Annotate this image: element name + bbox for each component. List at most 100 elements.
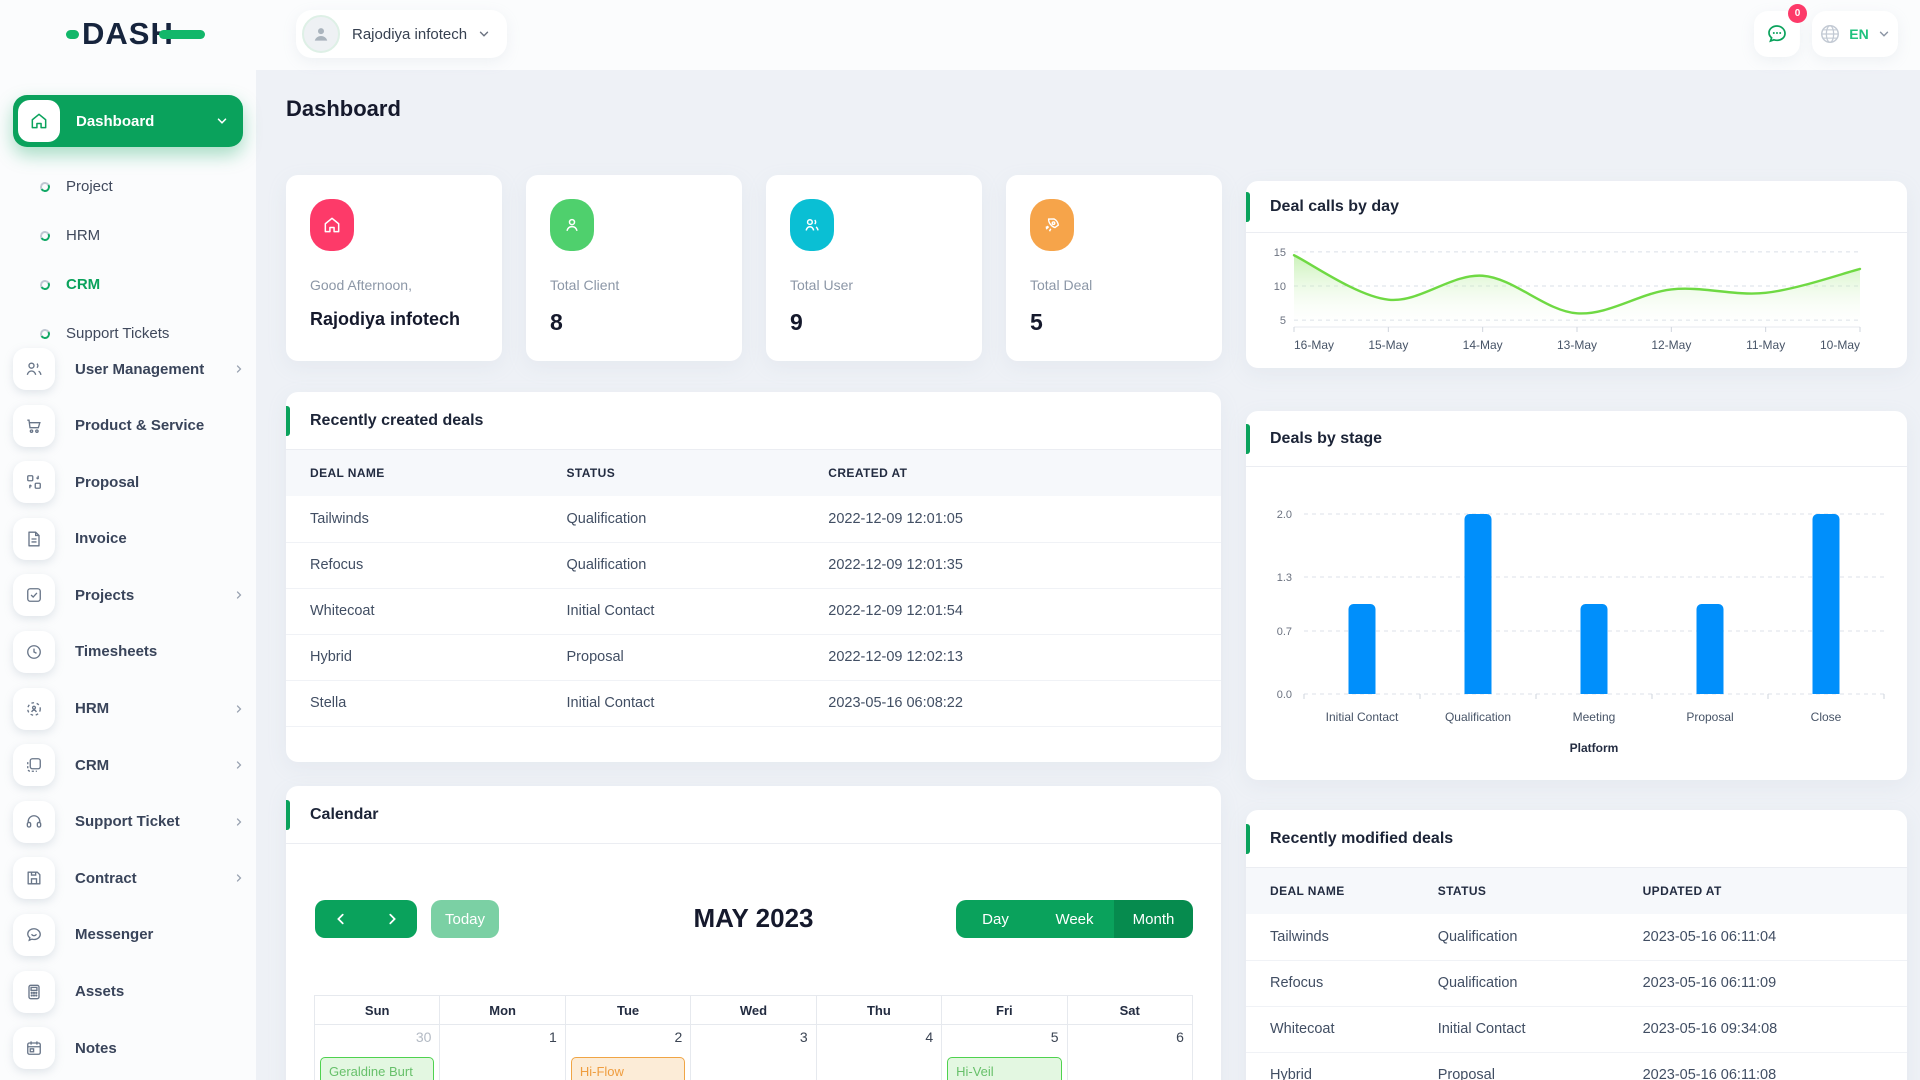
clock-icon bbox=[13, 630, 55, 673]
bullet-icon bbox=[38, 180, 52, 193]
card-title: Deal calls by day bbox=[1270, 197, 1399, 215]
deal-updated-at: 2023-05-16 06:11:09 bbox=[1642, 960, 1907, 1007]
accent-bar bbox=[1246, 192, 1250, 222]
messages-button[interactable]: 0 bbox=[1754, 4, 1807, 57]
accent-bar bbox=[286, 800, 290, 830]
table-row: Whitecoat Initial Contact 2022-12-09 12:… bbox=[286, 588, 1221, 635]
accent-bar bbox=[1246, 424, 1250, 454]
sidebar-item-hrm[interactable]: HRM bbox=[13, 687, 245, 730]
sidebar-item-contract[interactable]: Contract bbox=[13, 857, 245, 900]
user-icon bbox=[550, 199, 594, 251]
deal-status: Initial Contact bbox=[566, 588, 829, 635]
sidebar-item-label: Dashboard bbox=[76, 112, 155, 130]
view-day-button[interactable]: Day bbox=[956, 900, 1035, 938]
deal-status: Qualification bbox=[1437, 914, 1643, 961]
headset-icon bbox=[13, 800, 55, 843]
sidebar-item-support-ticket[interactable]: Support Ticket bbox=[13, 800, 245, 843]
sidebar-item-user-management[interactable]: User Management bbox=[13, 348, 245, 390]
weekday-header-row: Sun Mon Tue Wed Thu Fri Sat bbox=[315, 996, 1192, 1025]
card-header: Deals by stage bbox=[1246, 411, 1907, 467]
chevron-down-icon bbox=[1879, 31, 1888, 37]
stat-card-total-deal: Total Deal 5 bbox=[1006, 175, 1222, 361]
sidebar-item-product-service[interactable]: Product & Service bbox=[13, 404, 245, 447]
sidebar-item-label: Assets bbox=[75, 983, 125, 1001]
sidebar-item-notes[interactable]: Notes bbox=[13, 1027, 245, 1070]
chevron-right-icon bbox=[236, 704, 242, 713]
sidebar-item-label: Invoice bbox=[75, 530, 127, 548]
calendar-day-cell[interactable]: 30 Geraldine Burt bbox=[315, 1025, 441, 1080]
sidebar-item-projects[interactable]: Projects bbox=[13, 574, 245, 617]
recently-created-deals-card: Recently created deals DEAL NAME STATUS … bbox=[286, 392, 1221, 762]
sidebar-item-crm[interactable]: CRM bbox=[13, 744, 245, 787]
card-header: Recently created deals bbox=[286, 392, 1221, 450]
stat-value: 8 bbox=[550, 309, 563, 335]
table-row: Stella Initial Contact 2023-05-16 06:08:… bbox=[286, 680, 1221, 727]
sidebar-subitem-crm[interactable]: CRM bbox=[0, 260, 256, 309]
deal-name: Refocus bbox=[1246, 960, 1438, 1007]
day-number: 4 bbox=[925, 1029, 934, 1045]
sidebar-item-label: HRM bbox=[75, 700, 110, 718]
table-row: Refocus Qualification 2022-12-09 12:01:3… bbox=[286, 542, 1221, 589]
view-week-button[interactable]: Week bbox=[1035, 900, 1114, 938]
calendar-event[interactable]: Hi-Veil bbox=[947, 1057, 1062, 1080]
stat-value: Rajodiya infotech bbox=[310, 309, 461, 329]
deals-by-stage-card: Deals by stage 0.0 0.7 1.3 2.0 Initial Conta… bbox=[1246, 411, 1907, 780]
app-logo: DASH bbox=[66, 16, 205, 52]
view-month-button[interactable]: Month bbox=[1114, 900, 1193, 938]
stat-card-total-user: Total User 9 bbox=[766, 175, 982, 361]
weekday-label: Fri bbox=[942, 996, 1068, 1024]
calendar-day-cell[interactable]: 5 Hi-Veil bbox=[942, 1025, 1068, 1080]
stat-value: 9 bbox=[790, 309, 803, 335]
calendar-event[interactable]: Hi-Flow bbox=[570, 1057, 686, 1080]
sidebar-item-proposal[interactable]: Proposal bbox=[13, 461, 245, 504]
users-icon bbox=[790, 199, 834, 251]
proposal-icon bbox=[13, 461, 55, 504]
sidebar-item-label: Product & Service bbox=[75, 417, 205, 435]
sidebar-item-timesheets[interactable]: Timesheets bbox=[13, 630, 245, 673]
company-selector[interactable]: Rajodiya infotech bbox=[296, 10, 508, 58]
calendar-day-cell[interactable]: 3 bbox=[691, 1025, 817, 1080]
chevron-down-icon bbox=[477, 27, 491, 41]
recently-modified-deals-table: DEAL NAME STATUS UPDATED AT Tailwinds Qu… bbox=[1246, 868, 1907, 1080]
stat-label: Total Deal bbox=[1030, 277, 1093, 293]
page-title: Dashboard bbox=[286, 96, 401, 121]
svg-text:Close: Close bbox=[1811, 710, 1842, 724]
deal-created-at: 2022-12-09 12:01:35 bbox=[828, 542, 1221, 589]
sidebar-item-invoice[interactable]: Invoice bbox=[13, 517, 245, 560]
calendar-toolbar: Today MAY 2023 Day Week Month bbox=[314, 900, 1193, 938]
subitem-label: HRM bbox=[66, 227, 101, 244]
language-selector[interactable]: EN bbox=[1812, 11, 1898, 57]
sidebar-item-messenger[interactable]: Messenger bbox=[13, 913, 245, 956]
calendar-event[interactable]: Geraldine Burt bbox=[320, 1057, 435, 1080]
calendar-day-cell[interactable]: 4 bbox=[817, 1025, 943, 1080]
sidebar-item-label: Support Ticket bbox=[75, 813, 180, 831]
chevron-right-icon bbox=[236, 365, 242, 373]
day-number: 6 bbox=[1176, 1029, 1184, 1045]
deals-by-stage-bar-chart: 0.0 0.7 1.3 2.0 Initial Contact Qualification… bbox=[1277, 509, 1885, 755]
calendar-day-cell[interactable]: 6 bbox=[1068, 1025, 1192, 1080]
svg-text:16-May: 16-May bbox=[1294, 338, 1334, 352]
weekday-label: Sun bbox=[315, 996, 441, 1024]
deal-name: Tailwinds bbox=[1246, 914, 1438, 961]
sidebar-subitem-project[interactable]: Project bbox=[0, 162, 256, 211]
day-number: 5 bbox=[1050, 1029, 1059, 1045]
calendar-day-cell[interactable]: 2 Hi-Flow bbox=[566, 1025, 692, 1080]
deal-created-at: 2022-12-09 12:01:05 bbox=[828, 496, 1221, 543]
accent-bar bbox=[1246, 824, 1250, 854]
chevron-right-icon bbox=[236, 591, 242, 600]
top-header: DASH Rajodiya infotech 0 EN bbox=[0, 0, 1920, 70]
chevron-right-icon bbox=[236, 761, 242, 769]
sidebar-subitem-hrm[interactable]: HRM bbox=[0, 211, 256, 260]
home-icon bbox=[310, 199, 354, 251]
sidebar-item-dashboard[interactable]: Dashboard bbox=[13, 95, 243, 147]
card-header: Calendar bbox=[286, 786, 1221, 844]
deal-name: Stella bbox=[286, 680, 567, 727]
calendar-view-switcher: Day Week Month bbox=[956, 900, 1193, 938]
chevron-right-icon bbox=[236, 818, 242, 826]
svg-text:10: 10 bbox=[1274, 281, 1286, 293]
calendar-day-cell[interactable]: 1 bbox=[440, 1025, 566, 1080]
company-name: Rajodiya infotech bbox=[352, 25, 468, 43]
sidebar-item-label: Notes bbox=[75, 1039, 117, 1057]
svg-text:Qualification: Qualification bbox=[1445, 710, 1511, 724]
sidebar-item-assets[interactable]: Assets bbox=[13, 970, 245, 1013]
